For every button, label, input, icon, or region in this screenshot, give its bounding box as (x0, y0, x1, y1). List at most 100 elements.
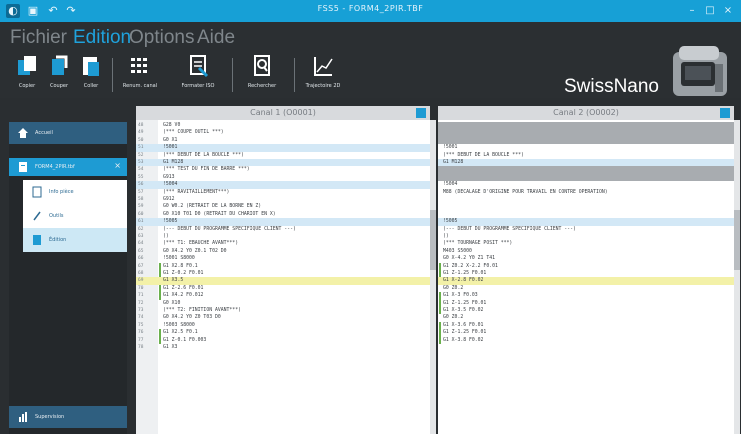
code-line[interactable]: G1 Z-1.25 F0.01 (438, 299, 734, 307)
code-line[interactable] (438, 173, 734, 182)
code-text: !5001 S8000 (163, 256, 195, 262)
canal2-scroll-thumb[interactable] (734, 210, 740, 270)
code-line[interactable]: () (438, 233, 734, 240)
sidebar-item-supervision[interactable]: Supervision (9, 406, 127, 428)
cut-button[interactable]: Couper (46, 54, 72, 89)
code-line[interactable]: G1 X-2.8 F0.02 (438, 277, 734, 285)
paste-label: Coller (83, 83, 99, 89)
renumber-button[interactable]: Renum. canal (120, 54, 160, 89)
code-line[interactable]: 49 (*** COUPE OUTIL ***) (136, 129, 430, 136)
code-line[interactable] (438, 136, 734, 145)
code-line[interactable]: 56 !5004 (136, 181, 430, 189)
close-button[interactable]: × (720, 3, 736, 19)
code-line[interactable]: G1 X-3.6 F0.01 (438, 321, 734, 330)
code-line[interactable]: G0 X-4.2 Y0 Z1 T41 (438, 255, 734, 262)
minimize-button[interactable]: – (684, 3, 700, 19)
code-line[interactable]: 73 (*** T2: FINITION AVANT***) (136, 307, 430, 314)
code-line[interactable]: !5004 (438, 181, 734, 188)
code-text: G1 X2.5 F0.1 (163, 330, 198, 336)
format-iso-button[interactable]: Formater ISO (178, 54, 218, 89)
code-line[interactable]: 76 G1 X2.5 F0.1 (136, 329, 430, 337)
code-line[interactable]: G1 X-3 F0.03 (438, 292, 734, 300)
code-line[interactable]: 75 !5003 S8000 (136, 322, 430, 329)
code-line[interactable] (438, 129, 734, 137)
ribbon-separator (112, 58, 113, 92)
code-line[interactable]: G1 Z-1.25 F0.01 (438, 270, 734, 278)
canal2-scrollbar[interactable] (734, 120, 740, 434)
code-line[interactable]: 78 G1 X3 (136, 344, 430, 351)
menu-options[interactable]: Options (129, 27, 194, 49)
code-line[interactable]: 63 () (136, 233, 430, 240)
code-line[interactable]: 59 G0 W0.2 (RETRAIT DE LA BORNE EN Z) (136, 203, 430, 210)
code-line[interactable]: 64 (*** T1: EBAUCHE AVANT***) (136, 240, 430, 247)
sidebar-item-home[interactable]: Accueil (9, 122, 127, 144)
code-line[interactable]: 74 G0 X4.2 Y0 Z0 T03 D0 (136, 314, 430, 321)
code-line[interactable]: G1 X-3.5 F0.02 (438, 307, 734, 315)
canal1-scroll-thumb[interactable] (430, 210, 436, 270)
code-line[interactable]: 77 G1 Z-0.1 F0.003 (136, 336, 430, 344)
canal1-toggle-button[interactable] (416, 108, 426, 118)
sidebar-item-outils[interactable]: Outils (23, 204, 127, 228)
sidebar-file-label: FORM4_2PIR.tbf (35, 164, 75, 170)
code-line[interactable]: M88 (DECALAGE D'ORIGINE POUR TRAVAIL EN … (438, 189, 734, 196)
code-line[interactable]: (*** TOURNAGE POSIT ***) (438, 240, 734, 247)
sidebar-item-info-piece[interactable]: Info pièce (23, 180, 127, 204)
canal2-toggle-button[interactable] (720, 108, 730, 118)
code-line[interactable]: G1 Z0.2 X-2.2 F0.01 (438, 262, 734, 270)
diff-marker (439, 292, 441, 300)
paste-button[interactable]: Coller (78, 54, 104, 89)
code-line[interactable]: (*** DEBUT DE LA BOUCLE ***) (438, 152, 734, 159)
sidebar-item-edition[interactable]: Édition (23, 228, 127, 252)
code-line[interactable] (438, 211, 734, 218)
code-line[interactable] (438, 203, 734, 210)
code-line[interactable]: 67 G1 X2.8 F0.1 (136, 262, 430, 270)
canal1-code-editor[interactable]: 48 G28 V0 49 (*** COUPE OUTIL ***) 50 G0 X1 51… (136, 120, 430, 434)
code-line[interactable]: 70 G1 Z-2.6 F0.01 (136, 284, 430, 293)
code-line[interactable]: 50 G0 X1 (136, 137, 430, 144)
code-line[interactable]: G1 M128 (438, 159, 734, 167)
code-line[interactable]: G0 Z0.2 (438, 314, 734, 321)
code-line[interactable]: 51 !5001 (136, 144, 430, 152)
code-line[interactable]: !5001 (438, 144, 734, 151)
code-line[interactable]: 61 !5005 (136, 218, 430, 226)
code-line[interactable]: 54 (*** TEST DU FIN DE BARRE ***) (136, 166, 430, 173)
line-number: 50 (138, 137, 144, 143)
code-line[interactable]: G0 Z0.2 (438, 285, 734, 292)
code-line[interactable]: 71 G1 X4.2 F0.012 (136, 292, 430, 300)
sidebar-item-file[interactable]: FORM4_2PIR.tbf × (9, 158, 127, 176)
menu-aide[interactable]: Aide (197, 27, 235, 49)
code-line[interactable]: M403 S5000 (438, 248, 734, 255)
code-line[interactable]: !5005 (438, 218, 734, 226)
code-line[interactable]: 65 G0 X4.2 Y0 Z0.1 T02 D0 (136, 248, 430, 255)
trajectory-button[interactable]: Trajectoire 2D (302, 54, 344, 89)
code-line[interactable] (438, 122, 734, 130)
canal2-code-editor[interactable]: !5001 (*** DEBUT DE LA BOUCLE ***) G1 M128… (438, 120, 734, 434)
close-file-icon[interactable]: × (114, 161, 121, 170)
code-line[interactable]: (--- DEBUT DU PROGRAMME SPECIFIQUE CLIEN… (438, 226, 734, 233)
line-number: 72 (138, 300, 144, 306)
code-line[interactable]: 72 G0 X10 (136, 300, 430, 307)
maximize-button[interactable]: □ (702, 3, 718, 19)
code-line[interactable]: G1 Z-1.25 F0.01 (438, 329, 734, 337)
search-button[interactable]: Rechercher (244, 54, 280, 89)
code-line[interactable]: 53 G1 M128 (136, 159, 430, 167)
code-line[interactable]: 55 G913 (136, 174, 430, 181)
code-line[interactable]: 68 G1 Z-0.2 F0.01 (136, 270, 430, 278)
code-line[interactable]: 62 (--- DEBUT DU PROGRAMME SPECIFIQUE CLI… (136, 226, 430, 233)
code-line[interactable]: 48 G28 V0 (136, 122, 430, 129)
code-line[interactable]: 60 G0 X10 T01 D0 (RETRAIT DU CHARIOT EN X… (136, 211, 430, 218)
code-line[interactable] (438, 344, 734, 351)
code-line[interactable]: 57 (*** RAVITAILLEMENT***) (136, 189, 430, 196)
code-line[interactable] (438, 166, 734, 174)
code-line[interactable]: 66 !5001 S8000 (136, 255, 430, 262)
code-line[interactable]: 52 (*** DEBUT DE LA BOUCLE ***) (136, 152, 430, 159)
canal1-scrollbar[interactable] (430, 120, 436, 434)
code-line[interactable]: 58 G912 (136, 196, 430, 203)
code-line[interactable]: G1 X-3.8 F0.02 (438, 336, 734, 344)
menu-edition[interactable]: Edition (73, 27, 131, 49)
copy-button[interactable]: Copier (14, 54, 40, 89)
code-line[interactable]: 69 G1 X3.5 (136, 277, 430, 285)
diff-marker (159, 270, 161, 278)
menu-fichier[interactable]: Fichier (10, 27, 67, 49)
code-line[interactable] (438, 196, 734, 203)
